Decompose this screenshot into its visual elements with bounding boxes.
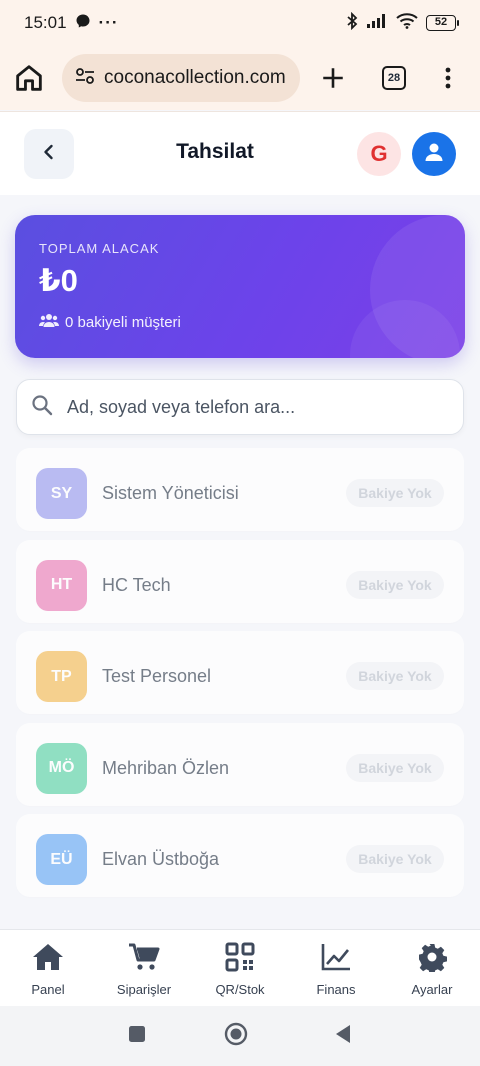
summary-label: TOPLAM ALACAK — [39, 241, 160, 256]
nav-label: Siparişler — [116, 982, 172, 997]
status-badge: Bakiye Yok — [346, 845, 444, 873]
bluetooth-icon — [346, 11, 358, 35]
customer-name: Mehriban Özlen — [102, 757, 230, 778]
browser-toolbar: coconacollection.com 28 — [0, 46, 480, 110]
back-triangle-icon[interactable] — [334, 1024, 352, 1049]
menu-icon[interactable] — [444, 66, 452, 90]
summary-customers: 0 bakiyeli müşteri — [39, 313, 181, 331]
new-tab-icon[interactable] — [320, 65, 346, 91]
customers-count-text: 0 bakiyeli müşteri — [65, 313, 181, 331]
nav-item-panel[interactable]: Panel — [0, 930, 96, 1006]
customer-list: SY Sistem Yöneticisi Bakiye Yok HT HC Te… — [16, 448, 464, 906]
nav-label: Ayarlar — [411, 982, 453, 997]
qr-icon — [225, 942, 255, 977]
recents-icon[interactable] — [128, 1025, 146, 1048]
system-navigation — [0, 1006, 480, 1066]
total-receivable-card: TOPLAM ALACAK ₺0 0 bakiyeli müşteri — [15, 215, 465, 358]
wifi-icon — [396, 12, 418, 34]
app-header: Tahsilat G — [0, 111, 480, 195]
home-icon — [31, 942, 65, 977]
customer-initials: HT — [36, 559, 87, 611]
user-icon — [423, 141, 445, 168]
gear-icon — [417, 942, 447, 977]
summary-amount: ₺0 — [39, 263, 78, 298]
google-account-avatar[interactable]: G — [357, 132, 401, 176]
nav-item-settings[interactable]: Ayarlar — [384, 930, 480, 1006]
list-item[interactable]: SY Sistem Yöneticisi Bakiye Yok — [16, 448, 464, 531]
customer-name: Elvan Üstboğa — [102, 849, 220, 869]
tab-count: 28 — [382, 66, 406, 90]
nav-item-orders[interactable]: Siparişler — [96, 930, 192, 1006]
search-icon — [31, 394, 53, 421]
status-badge: Bakiye Yok — [346, 570, 444, 599]
list-item[interactable]: HT HC Tech Bakiye Yok — [16, 539, 464, 623]
nav-label: QR/Stok — [215, 982, 265, 997]
cart-icon — [127, 942, 161, 977]
search-input[interactable] — [67, 396, 427, 418]
nav-label: Finans — [316, 982, 356, 997]
battery-icon: 52 — [426, 15, 459, 31]
nav-label: Panel — [31, 982, 65, 997]
users-icon — [39, 313, 59, 331]
status-badge: Bakiye Yok — [346, 479, 444, 507]
more-icon: ··· — [98, 13, 119, 32]
customer-initials: SY — [36, 468, 87, 519]
customer-name: Sistem Yöneticisi — [102, 483, 239, 503]
customer-initials: EÜ — [36, 834, 87, 885]
tabs-icon[interactable]: 28 — [382, 66, 406, 90]
customer-name: HC Tech — [102, 574, 171, 595]
nav-item-finance[interactable]: Finans — [288, 930, 384, 1006]
customer-name: Test Personel — [102, 666, 212, 686]
status-time: 15:01 — [24, 13, 67, 32]
customer-initials: TP — [36, 651, 87, 702]
signal-icon — [366, 13, 388, 34]
status-badge: Bakiye Yok — [346, 662, 444, 690]
list-item[interactable]: TP Test Personel Bakiye Yok — [16, 631, 464, 714]
home-circle-icon[interactable] — [224, 1022, 248, 1051]
search-box[interactable] — [16, 379, 464, 435]
status-bar: 15:01 ··· 52 — [0, 0, 480, 46]
chart-icon — [320, 942, 352, 977]
home-icon[interactable] — [12, 61, 46, 95]
list-item[interactable]: MÖ Mehriban Özlen Bakiye Yok — [16, 722, 464, 806]
messenger-icon — [75, 13, 91, 34]
bottom-nav: Panel Siparişler QR/Stok Finans Ayarlar — [0, 929, 480, 1006]
nav-item-qr-stock[interactable]: QR/Stok — [192, 930, 288, 1006]
status-badge: Bakiye Yok — [346, 753, 444, 782]
url-bar[interactable]: coconacollection.com — [62, 54, 300, 102]
list-item[interactable]: EÜ Elvan Üstboğa Bakiye Yok — [16, 814, 464, 897]
user-avatar[interactable] — [412, 132, 456, 176]
site-settings-icon[interactable] — [74, 65, 96, 92]
url-text[interactable]: coconacollection.com — [104, 67, 286, 89]
customer-initials: MÖ — [36, 742, 87, 794]
